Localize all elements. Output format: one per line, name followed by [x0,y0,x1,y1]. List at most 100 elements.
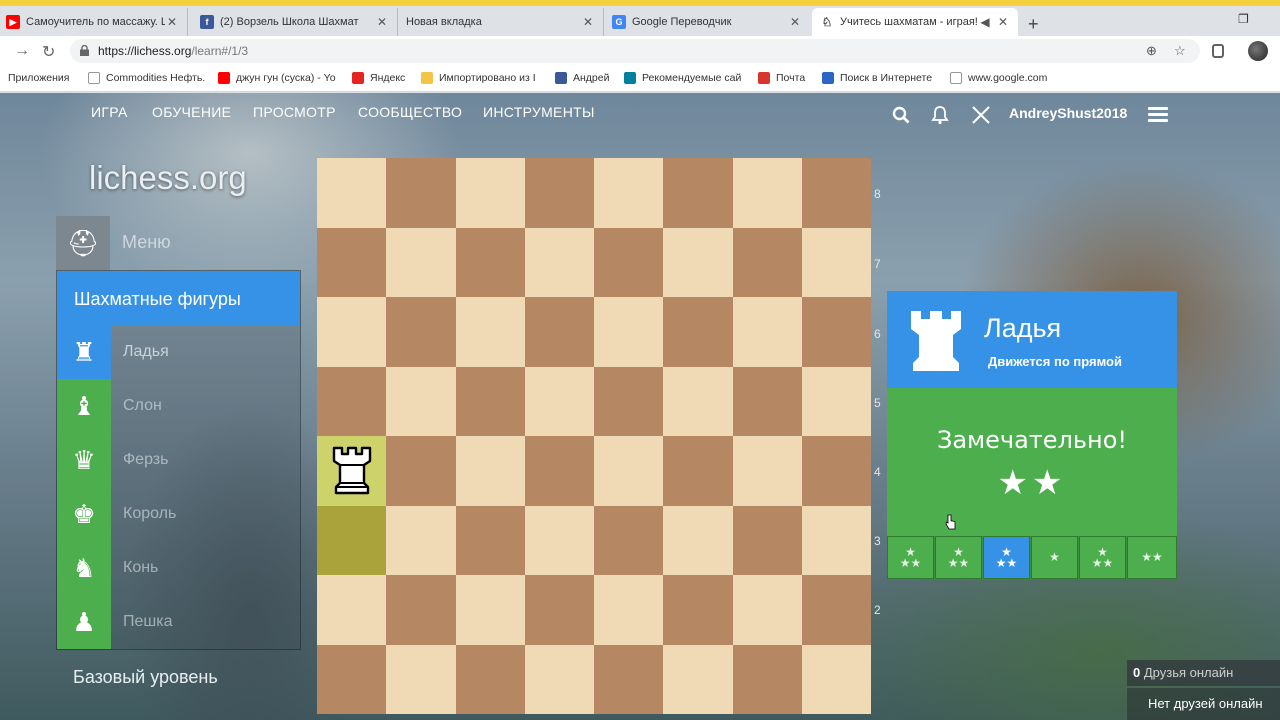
tab-lichess[interactable]: ♘ Учитесь шахматам - играя! ◀ ✕ [812,8,1018,36]
reload-icon[interactable]: ↻ [42,42,55,62]
square-b3[interactable] [386,505,456,575]
square-b7[interactable] [386,227,456,297]
bookmark-yandex[interactable]: Яндекс [352,72,405,84]
extension-icon[interactable] [1212,44,1224,58]
square-d6[interactable] [524,297,594,367]
lesson-bishop[interactable]: ♝ Слон [57,379,300,433]
square-c3[interactable] [455,505,525,575]
bell-icon[interactable] [930,105,950,125]
square-a3[interactable] [317,505,387,575]
square-h4[interactable] [801,436,871,506]
speaker-icon[interactable]: ◀ [978,15,992,29]
square-a7[interactable] [317,227,387,297]
square-b4[interactable] [386,436,456,506]
nav-play[interactable]: ИГРА [91,104,128,120]
bookmark-commodities[interactable]: Commodities Нефть. [88,72,205,84]
square-g6[interactable] [732,297,802,367]
square-e5[interactable] [594,366,664,436]
close-icon[interactable]: ✕ [375,15,389,29]
nav-watch[interactable]: ПРОСМОТР [253,104,336,120]
square-d7[interactable] [524,227,594,297]
square-a1[interactable] [317,644,387,714]
tab-vorzel[interactable]: f (2) Ворзель Школа Шахмат ✕ [192,8,398,36]
level-4[interactable]: ★ [1031,536,1078,579]
star-icon[interactable]: ☆ [1174,43,1186,59]
category-title[interactable]: Шахматные фигуры [57,271,300,325]
square-f5[interactable] [663,366,733,436]
lesson-queen[interactable]: ♛ Ферзь [57,433,300,487]
square-g7[interactable] [732,227,802,297]
forward-icon[interactable]: → [14,42,30,60]
close-icon[interactable]: ✕ [165,15,179,29]
square-a6[interactable] [317,297,387,367]
bookmark-andrey[interactable]: Андрей [555,72,609,84]
square-d8[interactable] [524,158,594,228]
sidebar-menu[interactable]: ⛑ Меню [56,216,301,270]
square-d4[interactable] [524,436,594,506]
lesson-knight[interactable]: ♞ Конь [57,541,300,595]
profile-avatar[interactable] [1248,41,1268,61]
square-f4[interactable] [663,436,733,506]
square-e6[interactable] [594,297,664,367]
bookmark-imported[interactable]: Импортировано из I [421,72,536,84]
square-e7[interactable] [594,227,664,297]
restore-window-icon[interactable]: ❐ [1238,12,1249,26]
bookmark-google[interactable]: www.google.com [950,72,1047,84]
square-f3[interactable] [663,505,733,575]
square-h7[interactable] [801,227,871,297]
crossed-swords-icon[interactable] [971,105,991,125]
square-b6[interactable] [386,297,456,367]
square-c1[interactable] [455,644,525,714]
tab-translate[interactable]: G Google Переводчик ✕ [604,8,810,36]
level-2[interactable]: ★ ★★ [935,536,982,579]
square-c4[interactable] [455,436,525,506]
square-f1[interactable] [663,644,733,714]
lesson-rook[interactable]: ♜ Ладья [57,325,300,379]
bookmark-apps[interactable]: Приложения [8,72,69,84]
friends-online-header[interactable]: 0 Друзья онлайн [1127,660,1280,686]
square-g4[interactable] [732,436,802,506]
square-b5[interactable] [386,366,456,436]
square-e2[interactable] [594,575,664,645]
search-icon[interactable] [892,106,910,124]
nav-tools[interactable]: ИНСТРУМЕНТЫ [483,104,595,120]
tab-new[interactable]: Новая вкладка ✕ [398,8,604,36]
square-g1[interactable] [732,644,802,714]
white-rook-icon[interactable] [317,436,386,506]
square-c5[interactable] [455,366,525,436]
close-icon[interactable]: ✕ [996,15,1010,29]
lesson-pawn[interactable]: ♟ Пешка [57,595,300,649]
level-3[interactable]: ★ ★★ [983,536,1030,579]
chess-board[interactable] [317,158,871,720]
square-b8[interactable] [386,158,456,228]
square-e3[interactable] [594,505,664,575]
close-icon[interactable]: ✕ [788,15,802,29]
zoom-icon[interactable]: ⊕ [1146,43,1157,59]
site-logo[interactable]: lichess.org [89,159,247,197]
bookmark-search[interactable]: Поиск в Интернете [822,72,932,84]
square-g2[interactable] [732,575,802,645]
username-link[interactable]: AndreyShust2018 [1009,105,1127,121]
square-c7[interactable] [455,227,525,297]
square-f8[interactable] [663,158,733,228]
level-1[interactable]: ★ ★★ [887,536,934,579]
hamburger-icon[interactable] [1148,107,1168,123]
level-6[interactable]: ★★ [1127,536,1177,579]
square-a8[interactable] [317,158,387,228]
square-f2[interactable] [663,575,733,645]
square-d3[interactable] [524,505,594,575]
new-tab-button[interactable]: + [1028,14,1039,35]
square-h2[interactable] [801,575,871,645]
square-a5[interactable] [317,366,387,436]
square-f6[interactable] [663,297,733,367]
square-a2[interactable] [317,575,387,645]
square-d1[interactable] [524,644,594,714]
square-c6[interactable] [455,297,525,367]
square-e1[interactable] [594,644,664,714]
square-e4[interactable] [594,436,664,506]
square-h3[interactable] [801,505,871,575]
bookmark-recommended[interactable]: Рекомендуемые сай [624,72,741,84]
tab-massage[interactable]: ▶ Самоучитель по массажу. ШВЗ ✕ [0,8,188,36]
bookmark-mail[interactable]: Почта [758,72,805,84]
square-h1[interactable] [801,644,871,714]
